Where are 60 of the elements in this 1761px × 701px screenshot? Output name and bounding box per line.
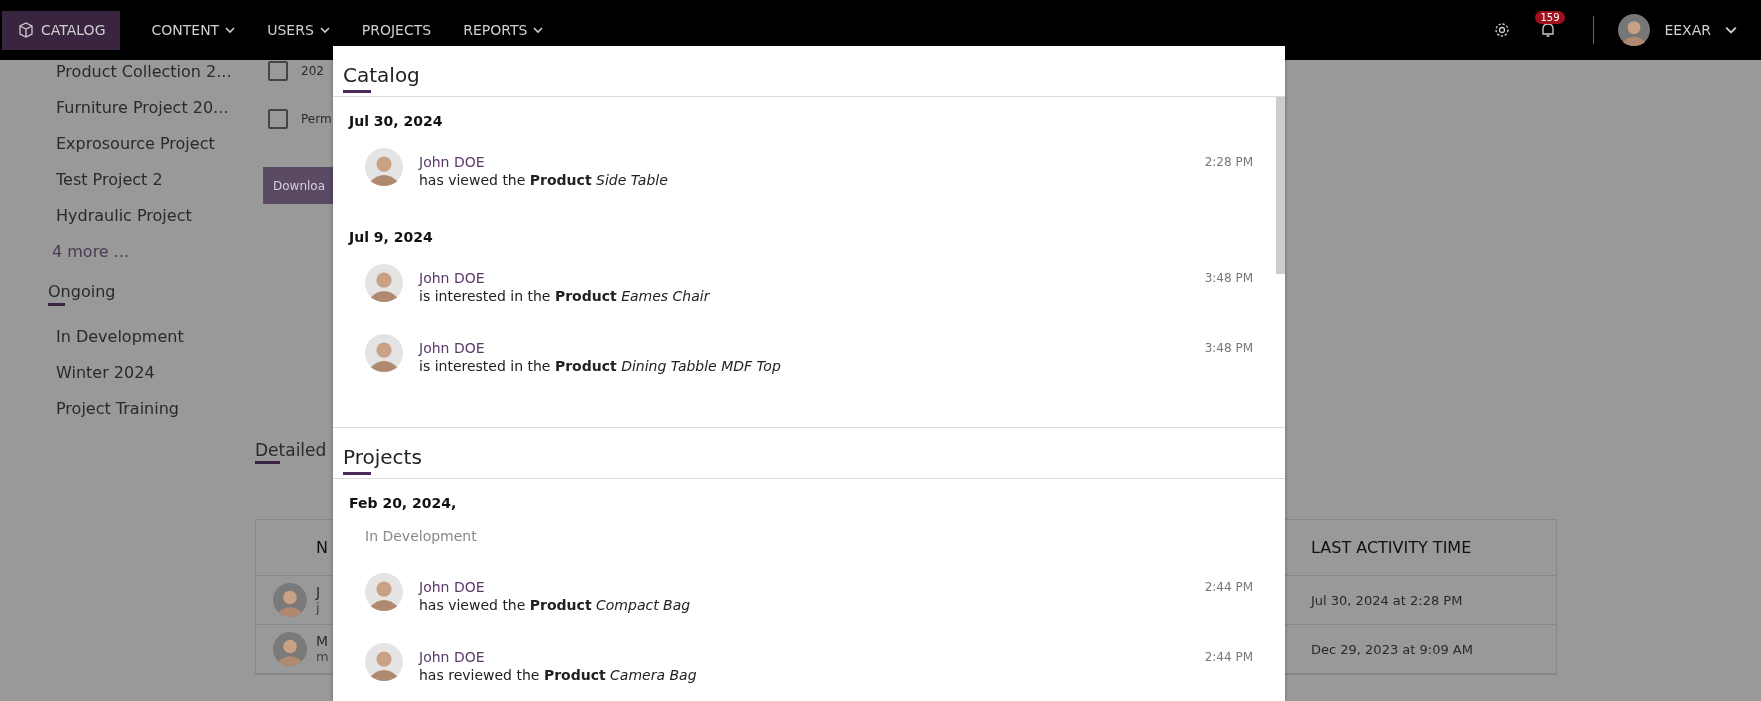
checkbox[interactable] [268,61,288,81]
avatar-icon [365,573,403,611]
nav-menu-item[interactable]: REPORTS [448,10,559,50]
download-button[interactable]: Downloa [263,167,333,204]
notification-count: 159 [1535,11,1565,24]
settings-icon[interactable] [1493,21,1512,39]
scrollbar-thumb[interactable] [1276,97,1285,274]
project-name: In Development [365,528,478,544]
activity-text: has viewed the Product Side Table [419,171,669,189]
app-switcher-button[interactable]: CATALOG [2,10,121,50]
activity-text: is interested in the Product Eames Chair [419,287,711,305]
cube-icon [17,21,35,39]
nav-menu-item[interactable]: USERS [252,10,345,50]
activity-time: 2:44 PM [1204,649,1253,664]
sidebar-item[interactable]: In Development [0,325,255,361]
user-email: j [316,600,321,616]
checkbox-label: 202 [301,64,324,78]
chevron-down-icon[interactable] [1725,24,1737,36]
avatar-icon [1618,14,1651,46]
avatar-icon [365,148,403,186]
avatar-icon [273,583,307,617]
checkbox[interactable] [268,109,288,129]
activity-text: has viewed the Product Compact Bag [419,596,692,614]
activity-time: 3:48 PM [1204,340,1253,355]
avatar-icon [273,632,307,666]
activity-time: 2:44 PM [1204,579,1253,594]
column-header: LAST ACTIVITY TIME [1296,520,1556,576]
checkbox-label: Perm [301,112,332,126]
user-link[interactable]: John DOE [419,339,1205,357]
avatar-icon [365,643,403,681]
nav-menu-item[interactable]: CONTENT [136,10,251,50]
user-name: J [316,584,321,600]
sidebar-item[interactable]: Exprosource Project [0,132,255,168]
activity-time: 3:48 PM [1204,270,1253,285]
nav-menu-item[interactable]: PROJECTS [346,10,447,50]
activity-text: has reviewed the Product Camera Bag [419,666,698,684]
table-cell: Jul 30, 2024 at 2:28 PM [1296,576,1556,625]
table-cell: Dec 29, 2023 at 9:09 AM [1296,625,1556,674]
sidebar-item[interactable]: Winter 2024 [0,361,255,397]
user-name[interactable]: EEXAR [1664,22,1711,38]
user-link[interactable]: John DOE [419,578,1205,596]
user-name: M [316,633,329,649]
sidebar-item[interactable]: Furniture Project 20... [0,96,255,132]
date-heading: Feb 20, 2024, [349,495,458,511]
user-link[interactable]: John DOE [419,648,1205,666]
more-link[interactable]: 4 more ... [0,240,255,280]
avatar-icon [365,334,403,372]
sidebar-item[interactable]: Product Collection 2... [0,60,255,96]
date-heading: Jul 9, 2024 [349,229,434,245]
section-title: Detailed [255,440,327,464]
sidebar-item[interactable]: Project Training [0,397,255,433]
user-link[interactable]: John DOE [419,153,1205,171]
activity-text: is interested in the Product Dining Tabble MDF Top [419,357,782,375]
avatar-icon [365,264,403,302]
user-email: m [316,649,329,665]
date-heading: Jul 30, 2024 [349,113,444,129]
sidebar-item[interactable]: Test Project 2 [0,168,255,204]
user-link[interactable]: John DOE [419,269,1205,287]
activity-time: 2:28 PM [1204,154,1253,169]
sidebar-item[interactable]: Hydraulic Project [0,204,255,240]
